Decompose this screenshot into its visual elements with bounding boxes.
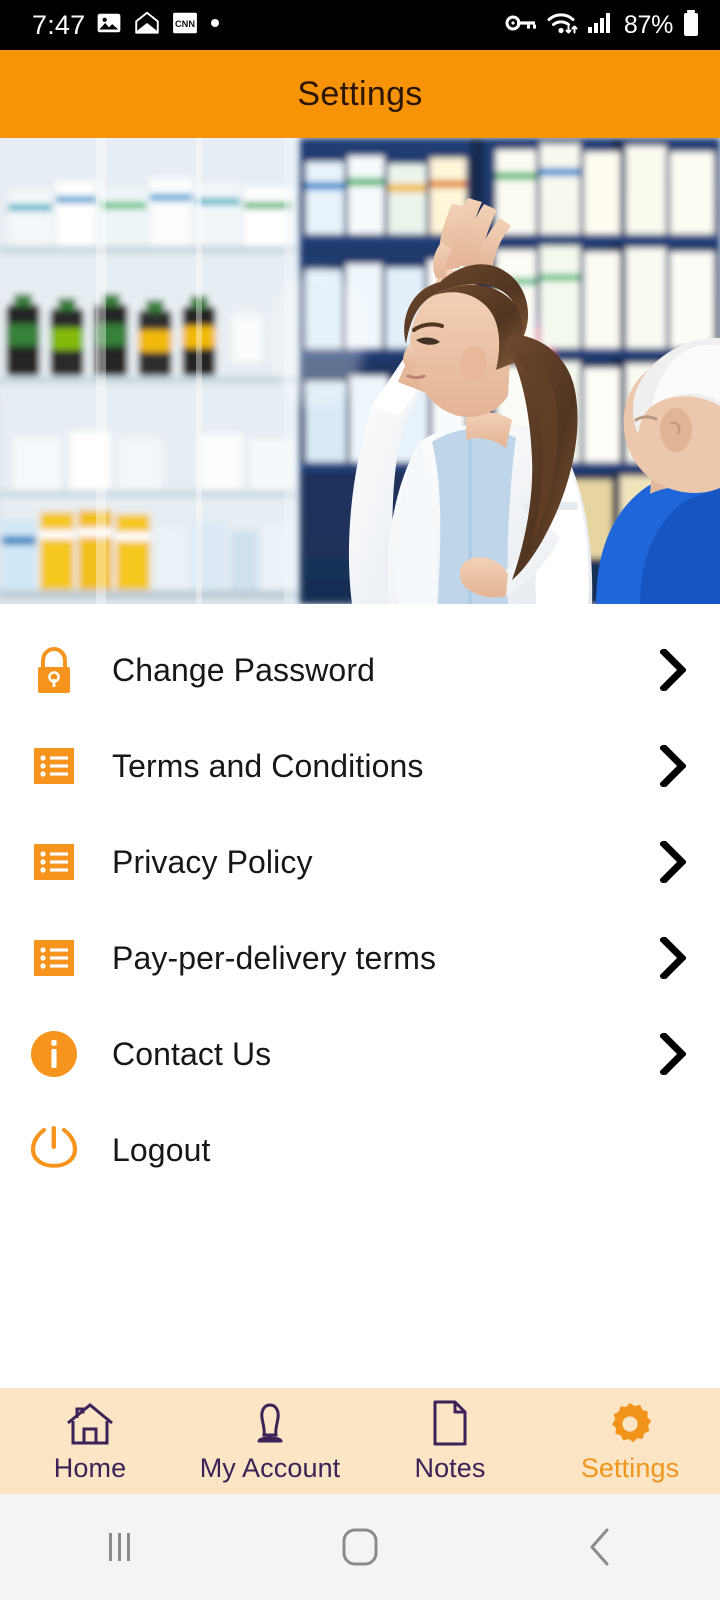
list-icon (28, 740, 80, 792)
menu-item-change-password[interactable]: Change Password (0, 622, 720, 718)
chevron-right-icon[interactable] (656, 744, 690, 788)
tab-label: My Account (199, 1452, 341, 1483)
battery-percent-label: 87% (623, 10, 673, 39)
dot-indicator-icon (209, 16, 221, 34)
tab-label: Notes (414, 1452, 486, 1483)
menu-item-label: Pay-per-delivery terms (112, 939, 437, 976)
menu-item-label: Terms and Conditions (112, 747, 424, 784)
status-bar-right: 87% (505, 9, 700, 42)
settings-menu-list: Change Password Terms and Conditions Pri… (0, 604, 720, 1388)
home-square-icon[interactable] (240, 1525, 480, 1569)
tab-home[interactable]: Home (0, 1388, 180, 1494)
bottom-tab-bar: Home My Account Notes Settings (0, 1388, 720, 1494)
lock-icon (28, 644, 80, 696)
status-time: 7:47 (32, 9, 86, 40)
gear-icon (607, 1399, 653, 1447)
pharmacy-hero-image (0, 138, 720, 604)
wifi-icon (546, 10, 578, 41)
info-circle-icon (28, 1028, 80, 1080)
menu-item-contact-us[interactable]: Contact Us (0, 1006, 720, 1102)
system-navigation-bar (0, 1494, 720, 1600)
house-icon (65, 1399, 115, 1447)
tab-my-account[interactable]: My Account (180, 1388, 360, 1494)
chevron-right-icon[interactable] (656, 648, 690, 692)
recents-icon[interactable] (0, 1527, 240, 1567)
tab-notes[interactable]: Notes (360, 1388, 540, 1494)
menu-item-label: Change Password (112, 651, 375, 688)
cellular-signal-icon (587, 11, 615, 40)
document-icon (430, 1399, 470, 1447)
tab-settings[interactable]: Settings (540, 1388, 720, 1494)
page-title: Settings (297, 74, 423, 113)
photo-icon (96, 10, 122, 41)
app-bar: Settings (0, 50, 720, 138)
chevron-right-icon[interactable] (656, 1032, 690, 1076)
person-icon (247, 1399, 293, 1447)
vpn-key-icon (505, 11, 537, 40)
back-chevron-icon[interactable] (480, 1525, 720, 1569)
menu-item-label: Contact Us (112, 1035, 272, 1072)
tab-label: Settings (580, 1452, 680, 1483)
menu-item-label: Logout (112, 1131, 211, 1168)
menu-item-privacy-policy[interactable]: Privacy Policy (0, 814, 720, 910)
status-bar-left: 7:47 CNN (32, 10, 221, 41)
menu-item-logout[interactable]: Logout (0, 1102, 720, 1198)
status-bar: 7:47 CNN 87% (0, 0, 720, 50)
tab-label: Home (53, 1452, 127, 1483)
menu-item-terms-and-conditions[interactable]: Terms and Conditions (0, 718, 720, 814)
list-icon (28, 932, 80, 984)
envelope-icon (133, 10, 161, 41)
list-icon (28, 836, 80, 888)
phone-screen: 7:47 CNN 87% Settings Change Password Te… (0, 0, 720, 1600)
power-icon (28, 1124, 80, 1176)
menu-item-pay-per-delivery-terms[interactable]: Pay-per-delivery terms (0, 910, 720, 1006)
chevron-right-icon[interactable] (656, 840, 690, 884)
cnn-app-icon: CNN (172, 10, 198, 41)
menu-item-label: Privacy Policy (112, 843, 313, 880)
chevron-right-icon[interactable] (656, 936, 690, 980)
svg-text:CNN: CNN (175, 18, 195, 28)
battery-icon (682, 9, 700, 42)
